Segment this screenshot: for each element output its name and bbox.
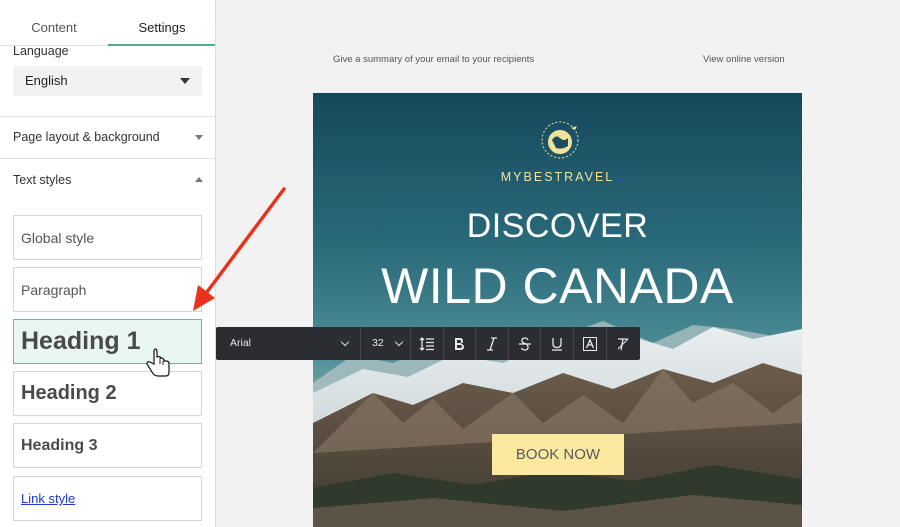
line-height-icon (419, 336, 434, 351)
text-styles-label: Text styles (13, 173, 72, 187)
underline-button[interactable] (541, 327, 574, 360)
settings-sidebar: Content Settings Language English Page l… (0, 0, 216, 527)
clear-format-button[interactable] (607, 327, 640, 360)
chevron-down-icon (394, 337, 404, 347)
headline-large[interactable]: WILD CANADA (313, 257, 802, 315)
divider (0, 158, 215, 159)
style-link[interactable]: Link style (13, 476, 202, 521)
bold-button[interactable] (444, 327, 477, 360)
style-paragraph[interactable]: Paragraph (13, 267, 202, 312)
book-now-button[interactable]: BOOK NOW (492, 434, 624, 475)
text-format-toolbar: Arial 32 (216, 327, 640, 360)
tab-settings[interactable]: Settings (108, 0, 215, 46)
underline-icon (552, 337, 563, 351)
page-layout-section[interactable]: Page layout & background (13, 130, 203, 144)
style-global[interactable]: Global style (13, 215, 202, 260)
tab-content[interactable]: Content (0, 0, 108, 46)
line-height-button[interactable] (411, 327, 444, 360)
clear-format-icon (617, 337, 629, 350)
strikethrough-icon (518, 336, 531, 351)
page-layout-label: Page layout & background (13, 130, 160, 144)
font-family-value: Arial (230, 337, 252, 349)
text-styles-section[interactable]: Text styles (13, 173, 203, 187)
strikethrough-button[interactable] (509, 327, 542, 360)
hero-banner[interactable]: MYBESTRAVEL DISCOVER WILD CANADA BOOK NO… (313, 93, 802, 527)
text-color-button[interactable] (574, 327, 607, 360)
font-size-select[interactable]: 32 (361, 327, 411, 360)
language-label: Language (13, 44, 69, 58)
divider (0, 116, 215, 117)
style-heading-3[interactable]: Heading 3 (13, 423, 202, 468)
caret-down-icon (180, 78, 190, 84)
text-color-icon (582, 336, 597, 351)
language-value: English (25, 73, 68, 88)
globe-plane-icon (541, 121, 579, 159)
italic-button[interactable] (476, 327, 509, 360)
font-family-select[interactable]: Arial (216, 327, 361, 360)
caret-up-icon (195, 177, 203, 182)
caret-down-icon (195, 135, 203, 140)
preheader-text[interactable]: Give a summary of your email to your rec… (333, 54, 534, 65)
italic-icon (486, 336, 497, 351)
style-heading-2[interactable]: Heading 2 (13, 371, 202, 416)
bold-icon (455, 337, 465, 350)
brand-name: MYBESTRAVEL (500, 170, 615, 184)
view-online-link[interactable]: View online version (703, 54, 785, 65)
link-style-label: Link style (21, 491, 76, 506)
sidebar-tabs: Content Settings (0, 0, 215, 46)
style-heading-1[interactable]: Heading 1 (13, 319, 202, 364)
language-select[interactable]: English (13, 66, 202, 96)
font-size-value: 32 (372, 337, 384, 349)
headline-small[interactable]: DISCOVER (313, 207, 802, 246)
chevron-down-icon (340, 337, 350, 347)
